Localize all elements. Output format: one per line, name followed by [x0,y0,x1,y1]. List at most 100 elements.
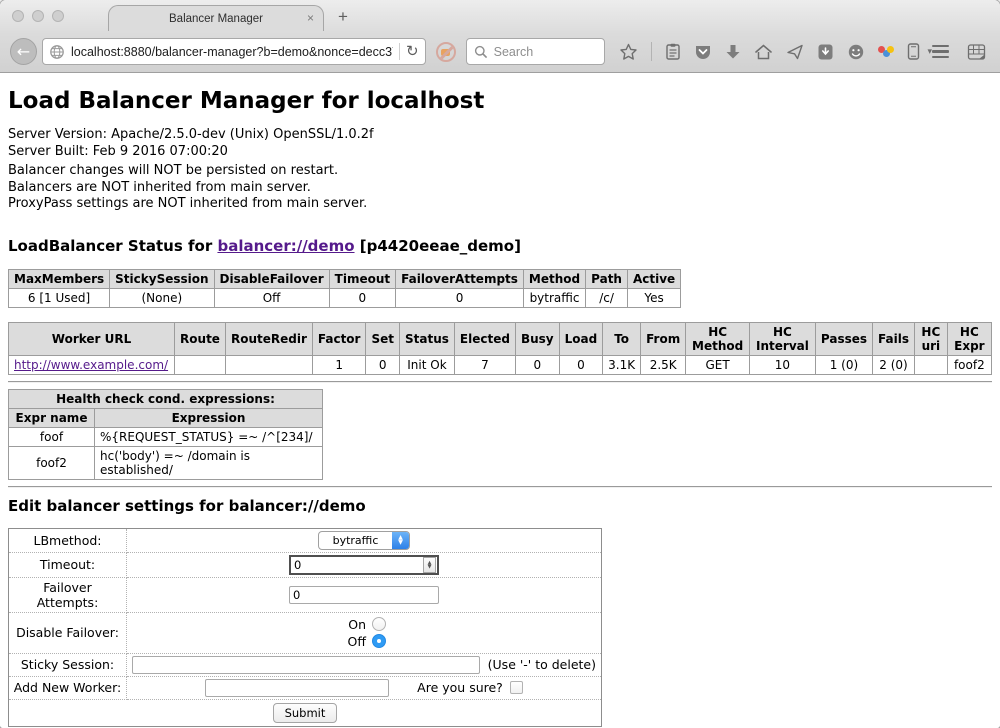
cell: foof [9,427,95,446]
url-text[interactable]: localhost:8880/balancer-manager?b=demo&n… [71,45,393,59]
menu-icon[interactable] [932,45,949,59]
device-battery-icon[interactable] [907,42,920,61]
server-info: Server Version: Apache/2.5.0-dev (Unix) … [8,127,992,160]
cell: foof2 [947,355,991,374]
warning-line: Balancer changes will NOT be persisted o… [8,163,992,180]
column-header: StickySession [110,269,214,288]
status-heading: LoadBalancer Status for balancer://demo … [8,237,992,255]
server-built: Server Built: Feb 9 2016 07:00:20 [8,144,992,161]
close-window-button[interactable] [12,10,24,22]
nav-toolbar: ← localhost:8880/balancer-manager?b=demo… [0,31,1000,73]
minimize-window-button[interactable] [32,10,44,22]
home-icon[interactable] [754,43,773,61]
window-controls [12,10,64,22]
sticky-session-note: (Use '-' to delete) [488,657,596,672]
column-header: FailoverAttempts [396,269,524,288]
keyboard-grid-icon[interactable] [967,43,986,61]
tab-close-icon[interactable]: × [307,11,314,25]
cell: Yes [627,288,680,307]
column-header: Status [400,322,455,355]
panel-download-icon[interactable] [817,43,834,61]
health-check-table: Health check cond. expressions: Expr nam… [8,389,323,480]
submit-button[interactable]: Submit [273,703,338,723]
toolbar-divider [651,42,652,61]
toolbar-buttons: ▾ [619,42,932,61]
cell: hc('body') =~ /domain is established/ [95,446,323,479]
column-header: To [603,322,641,355]
worker-url-link[interactable]: http://www.example.com/ [14,358,168,372]
urlbar-divider [399,43,400,60]
balancer-demo-link[interactable]: balancer://demo [217,237,354,255]
content-blocked-icon[interactable] [436,42,456,62]
failover-on-radio[interactable] [372,617,386,631]
cell: 10 [750,355,816,374]
zoom-window-button[interactable] [52,10,64,22]
back-button[interactable]: ← [10,38,37,65]
cell [175,355,226,374]
failover-attempts-input[interactable] [289,586,439,604]
cell: 7 [454,355,515,374]
number-spinner-icon[interactable]: ▲▼ [423,557,436,573]
are-you-sure-checkbox[interactable] [510,681,523,694]
column-header: Path [586,269,628,288]
failover-attempts-label: Failover Attempts: [9,577,127,612]
page-content: Load Balancer Manager for localhost Serv… [0,73,1000,728]
cell: http://www.example.com/ [9,355,175,374]
column-header: HC Interval [750,322,816,355]
cell: %{REQUEST_STATUS} =~ /^[234]/ [95,427,323,446]
bookmark-star-icon[interactable] [619,43,638,61]
cell: (None) [110,288,214,307]
cell [225,355,312,374]
cell: 2 (0) [873,355,915,374]
warning-line: Balancers are NOT inherited from main se… [8,180,992,197]
column-header: RouteRedir [225,322,312,355]
back-arrow-icon: ← [17,42,30,61]
cell [915,355,948,374]
lbmethod-label: LBmethod: [9,528,127,552]
sticky-session-input[interactable] [132,656,480,674]
search-bar[interactable]: Search [466,38,606,65]
column-header: Busy [515,322,559,355]
select-stepper-icon: ▲▼ [392,532,409,549]
lbmethod-select[interactable]: bytraffic ▲▼ [318,531,410,550]
radio-on-label: On [342,617,366,632]
cell: Init Ok [400,355,455,374]
url-bar[interactable]: localhost:8880/balancer-manager?b=demo&n… [42,38,426,65]
column-header: Factor [312,322,366,355]
cell: 6 [1 Used] [9,288,110,307]
are-you-sure-label: Are you sure? [417,680,503,695]
disable-failover-label: Disable Failover: [9,612,127,653]
tab-balancer-manager[interactable]: Balancer Manager × [108,5,324,31]
cell: 0 [559,355,603,374]
timeout-input[interactable]: 0 ▲▼ [289,555,439,575]
table-row: foof %{REQUEST_STATUS} =~ /^[234]/ [9,427,323,446]
worker-table: Worker URL Route RouteRedir Factor Set S… [8,322,992,375]
new-tab-button[interactable]: + [338,7,348,27]
cell: 1 (0) [815,355,872,374]
smiley-icon[interactable] [847,43,865,61]
column-header: Timeout [329,269,395,288]
add-worker-input[interactable] [205,679,389,697]
color-dots-addon-icon[interactable] [878,46,894,57]
reading-list-icon[interactable] [665,43,681,61]
downloads-icon[interactable] [725,43,741,61]
table-row: foof2 hc('body') =~ /domain is establish… [9,446,323,479]
search-placeholder: Search [494,45,534,59]
health-table-title: Health check cond. expressions: [9,389,323,408]
yellow-dot [887,46,894,53]
cell: /c/ [586,288,628,307]
column-header: DisableFailover [214,269,329,288]
globe-icon [49,44,65,60]
send-tab-icon[interactable] [786,43,804,61]
tab-strip: Balancer Manager × + [0,0,1000,31]
column-header: Set [366,322,400,355]
column-header: Passes [815,322,872,355]
failover-off-radio[interactable] [372,634,386,648]
tab-title: Balancer Manager [169,13,263,25]
reload-icon[interactable]: ↻ [406,44,419,59]
timeout-label: Timeout: [9,552,127,577]
server-version: Server Version: Apache/2.5.0-dev (Unix) … [8,127,992,144]
pocket-icon[interactable] [694,43,712,61]
divider [8,486,992,488]
column-header: From [641,322,686,355]
